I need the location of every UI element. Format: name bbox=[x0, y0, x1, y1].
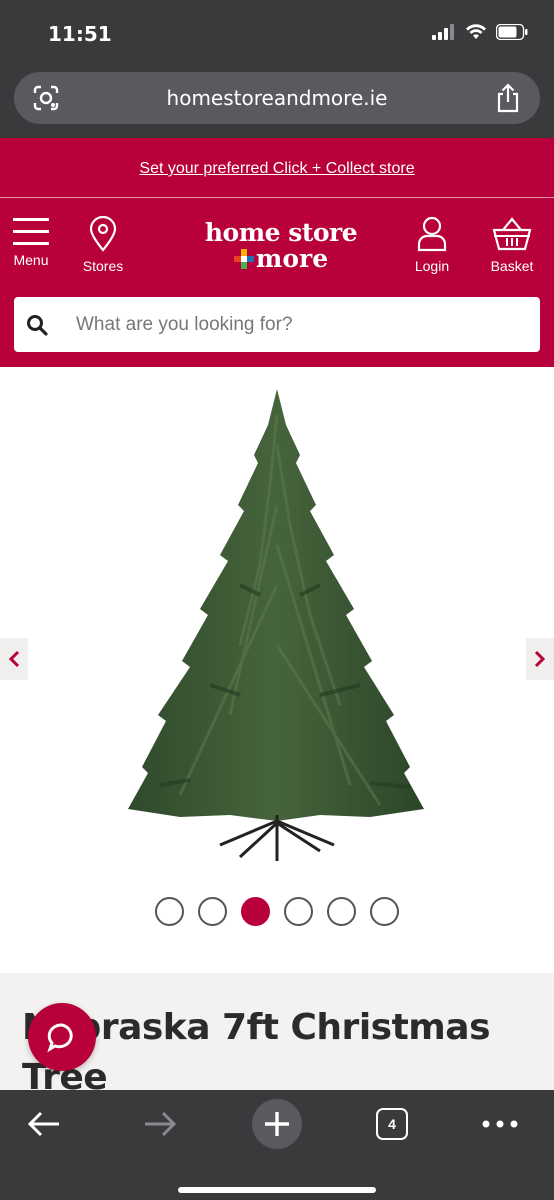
gallery-dot[interactable] bbox=[155, 897, 184, 926]
signal-icon bbox=[432, 24, 454, 40]
hamburger-menu-icon bbox=[13, 218, 49, 245]
more-button[interactable] bbox=[478, 1102, 522, 1146]
search-bar[interactable] bbox=[14, 297, 540, 352]
login-button[interactable]: Login bbox=[408, 216, 456, 274]
menu-label: Menu bbox=[13, 252, 49, 268]
forward-arrow-icon bbox=[145, 1111, 177, 1137]
new-tab-plus-icon bbox=[252, 1099, 302, 1149]
back-button[interactable] bbox=[22, 1102, 66, 1146]
status-time: 11:51 bbox=[48, 22, 112, 46]
tabs-icon: 4 bbox=[376, 1108, 408, 1140]
search-input[interactable] bbox=[76, 297, 516, 352]
chevron-left-icon bbox=[8, 650, 20, 668]
site-header: Set your preferred Click + Collect store… bbox=[0, 138, 554, 367]
location-pin-icon bbox=[89, 216, 117, 252]
battery-icon bbox=[496, 24, 528, 40]
chat-button[interactable] bbox=[28, 1003, 96, 1071]
menu-button[interactable]: Menu bbox=[12, 216, 50, 268]
chat-bubble-icon bbox=[47, 1023, 73, 1053]
browser-bottom-toolbar: 4 bbox=[0, 1090, 554, 1200]
logo-line2: more bbox=[255, 244, 329, 273]
gallery-next-button[interactable] bbox=[526, 638, 554, 680]
logo-plus-icon bbox=[233, 248, 254, 269]
browser-top-chrome: 11:51 homestoreandmore.ie bbox=[0, 0, 554, 138]
christmas-tree-image bbox=[128, 389, 424, 861]
stores-button[interactable]: Stores bbox=[76, 216, 130, 274]
address-bar[interactable]: homestoreandmore.ie bbox=[14, 72, 540, 124]
stores-label: Stores bbox=[82, 258, 124, 274]
gallery-dot[interactable] bbox=[198, 897, 227, 926]
logo-line1: home store bbox=[204, 218, 358, 247]
tab-count: 4 bbox=[388, 1116, 396, 1132]
forward-button[interactable] bbox=[138, 1102, 182, 1146]
wifi-icon bbox=[466, 24, 486, 39]
click-collect-link[interactable]: Set your preferred Click + Collect store bbox=[0, 160, 554, 178]
gallery-dots bbox=[0, 897, 554, 926]
chevron-right-icon bbox=[534, 650, 546, 668]
more-dots-icon bbox=[482, 1120, 518, 1128]
home-indicator bbox=[178, 1187, 376, 1193]
site-logo[interactable]: home store more bbox=[196, 220, 366, 272]
back-arrow-icon bbox=[27, 1111, 59, 1137]
header-divider bbox=[0, 197, 554, 198]
url-text[interactable]: homestoreandmore.ie bbox=[14, 86, 540, 110]
new-tab-button[interactable] bbox=[251, 1099, 303, 1149]
search-icon[interactable] bbox=[26, 314, 48, 336]
basket-button[interactable]: Basket bbox=[484, 216, 540, 274]
product-gallery[interactable] bbox=[0, 367, 554, 973]
basket-label: Basket bbox=[490, 258, 534, 274]
gallery-dot[interactable] bbox=[284, 897, 313, 926]
gallery-dot[interactable] bbox=[327, 897, 356, 926]
gallery-prev-button[interactable] bbox=[0, 638, 28, 680]
login-label: Login bbox=[414, 258, 450, 274]
gallery-dot[interactable] bbox=[370, 897, 399, 926]
share-icon[interactable] bbox=[494, 82, 522, 114]
status-icons bbox=[432, 24, 528, 40]
user-icon bbox=[417, 216, 447, 252]
tabs-button[interactable]: 4 bbox=[372, 1102, 412, 1146]
gallery-dot-active[interactable] bbox=[241, 897, 270, 926]
basket-icon bbox=[492, 217, 532, 251]
